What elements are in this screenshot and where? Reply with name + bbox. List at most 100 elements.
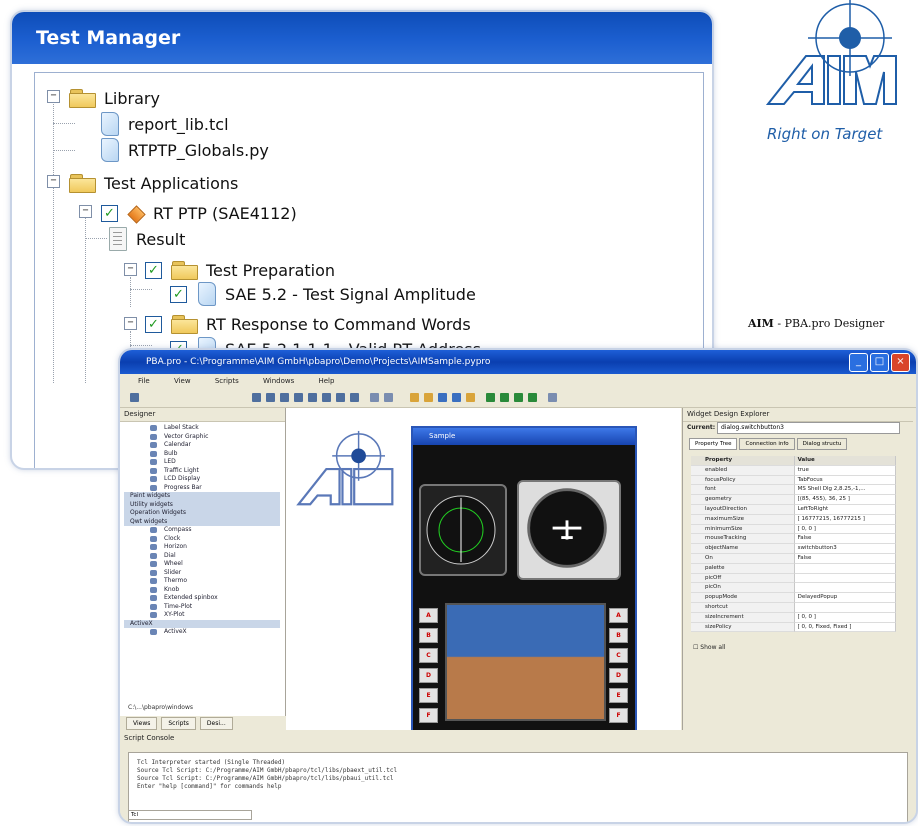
widget-list[interactable]: Label Stack Vector Graphic Calendar Bulb LED… [124, 424, 280, 700]
sample-button-e[interactable]: E [419, 688, 438, 703]
property-row[interactable]: focusPolicy TabFocus [691, 475, 896, 486]
minimize-button[interactable]: _ [849, 353, 868, 372]
property-value[interactable] [794, 573, 896, 584]
tree-item-rt-ptp[interactable]: ✓ RT PTP (SAE4112) [101, 200, 297, 226]
property-row[interactable]: picOn [691, 583, 896, 594]
sample-button-d-right[interactable]: D [609, 668, 628, 683]
current-field[interactable]: dialog.switchbutton3 [717, 422, 900, 434]
property-table[interactable]: Property Value enabled true focusPolicy TabF… [691, 456, 896, 633]
toolbar-icon[interactable] [294, 393, 303, 402]
property-row[interactable]: maximumSize[ 16777215, 16777215 ] [691, 514, 896, 525]
property-value[interactable]: [(85, 455), 36, 25 ] [794, 495, 896, 505]
tree-item-rtptp-globals[interactable]: RTPTP_Globals.py [99, 137, 269, 163]
property-row[interactable]: On False [691, 553, 896, 564]
widget-item[interactable]: Bulb [124, 450, 280, 459]
toolbar-icon[interactable] [466, 393, 475, 402]
close-button[interactable]: × [891, 353, 910, 372]
widget-item[interactable]: Progress Bar [124, 484, 280, 493]
widget-item[interactable]: Thermo [124, 577, 280, 586]
property-value[interactable]: [ 16777215, 16777215 ] [794, 514, 896, 525]
tab-views[interactable]: Views [126, 717, 158, 730]
sample-button-f[interactable]: F [419, 708, 438, 723]
property-row[interactable]: geometry [(85, 455), 36, 25 ] [691, 495, 896, 505]
toolbar-icon[interactable] [424, 393, 433, 402]
property-value[interactable]: switchbutton3 [794, 544, 896, 554]
property-value[interactable] [794, 583, 896, 594]
collapse-rt-response-toggle[interactable]: − [124, 317, 137, 330]
widget-item[interactable]: Knob [124, 586, 280, 595]
widget-item[interactable]: Horizon [124, 543, 280, 552]
property-row[interactable]: sizeIncrement[ 0, 0 ] [691, 612, 896, 623]
property-row[interactable]: minimumSize[ 0, 0 ] [691, 524, 896, 535]
maximize-button[interactable]: □ [870, 353, 889, 372]
checkbox[interactable]: ✓ [145, 315, 162, 333]
checkbox[interactable]: ✓ [101, 204, 118, 222]
toolbar-icon[interactable] [500, 393, 509, 402]
tree-item-result[interactable]: Result [107, 226, 185, 252]
tab-scripts[interactable]: Scripts [161, 717, 196, 730]
property-row[interactable]: shortcut [691, 602, 896, 613]
property-row[interactable]: enabled true [691, 465, 896, 476]
property-value[interactable]: DelayedPopup [794, 593, 896, 603]
widget-group[interactable]: Qwt widgets [124, 517, 280, 526]
toolbar-icon[interactable] [548, 393, 557, 402]
checkbox[interactable]: ✓ [170, 285, 187, 303]
toolbar-icon[interactable] [322, 393, 331, 402]
widget-item[interactable]: Wheel [124, 560, 280, 569]
menu-view[interactable]: View [174, 377, 191, 385]
widget-item[interactable]: Clock [124, 535, 280, 544]
toolbar-icon[interactable] [252, 393, 261, 402]
toolbar-icon[interactable] [514, 393, 523, 402]
property-value[interactable]: TabFocus [794, 475, 896, 486]
horizon-display[interactable] [445, 603, 606, 721]
save-icon[interactable] [438, 393, 447, 402]
property-value[interactable] [794, 602, 896, 613]
widget-item[interactable]: Compass [124, 526, 280, 535]
property-row[interactable]: mouseTracking False [691, 534, 896, 545]
property-row[interactable]: sizePolicy[ 0, 0, Fixed, Fixed ] [691, 622, 896, 633]
toolbar-icon[interactable] [410, 393, 419, 402]
sample-button-d[interactable]: D [419, 668, 438, 683]
widget-item[interactable]: Traffic Light [124, 467, 280, 476]
toolbar-icon[interactable] [528, 393, 537, 402]
tab-connection-info[interactable]: Connection info [739, 438, 795, 450]
property-value[interactable]: true [794, 465, 896, 476]
collapse-test-preparation-toggle[interactable]: − [124, 263, 137, 276]
widget-group[interactable]: Utility widgets [124, 500, 280, 509]
property-value[interactable]: False [794, 534, 896, 545]
toolbar-icon[interactable] [336, 393, 345, 402]
property-value[interactable] [794, 563, 896, 574]
toolbar-icon[interactable] [308, 393, 317, 402]
toolbar-icon[interactable] [130, 393, 139, 402]
collapse-rt-ptp-toggle[interactable]: − [79, 205, 92, 218]
tab-dialog-structure[interactable]: Dialog structu [796, 438, 848, 450]
widget-group[interactable]: Operation Widgets [124, 509, 280, 518]
widget-group[interactable]: Paint widgets [124, 492, 280, 501]
undo-icon[interactable] [370, 393, 379, 402]
console-prompt[interactable]: Tcl [128, 810, 252, 820]
sample-button-a[interactable]: A [419, 608, 438, 623]
redo-icon[interactable] [384, 393, 393, 402]
tab-property-tree[interactable]: Property Tree [689, 438, 738, 450]
toolbar-icon[interactable] [266, 393, 275, 402]
sample-button-e-right[interactable]: E [609, 688, 628, 703]
collapse-library-toggle[interactable]: − [47, 90, 60, 103]
tab-designer[interactable]: Desi... [199, 717, 233, 730]
property-row[interactable]: popupMode DelayedPopup [691, 593, 896, 603]
widget-item[interactable]: Dial [124, 552, 280, 561]
widget-item[interactable]: Label Stack [124, 424, 280, 433]
widget-item[interactable]: Vector Graphic [124, 433, 280, 442]
design-canvas[interactable]: Sample A B C D E F A B C D E F [286, 408, 681, 730]
sample-dialog[interactable]: Sample A B C D E F A B C D E F [411, 426, 637, 730]
toolbar-icon[interactable] [486, 393, 495, 402]
toolbar-icon[interactable] [280, 393, 289, 402]
widget-item[interactable]: Slider [124, 569, 280, 578]
widget-item[interactable]: Calendar [124, 441, 280, 450]
sample-button-c[interactable]: C [419, 648, 438, 663]
tree-item-rt-response[interactable]: ✓ RT Response to Command Words [145, 311, 471, 337]
property-value[interactable]: [ 0, 0 ] [794, 524, 896, 535]
property-value[interactable]: MS Shell Dlg 2,8.25,-1,... [794, 485, 896, 496]
collapse-test-applications-toggle[interactable]: − [47, 175, 60, 188]
toolbar-icon[interactable] [452, 393, 461, 402]
tree-item-sae-5-2[interactable]: ✓ SAE 5.2 - Test Signal Amplitude [170, 281, 476, 307]
